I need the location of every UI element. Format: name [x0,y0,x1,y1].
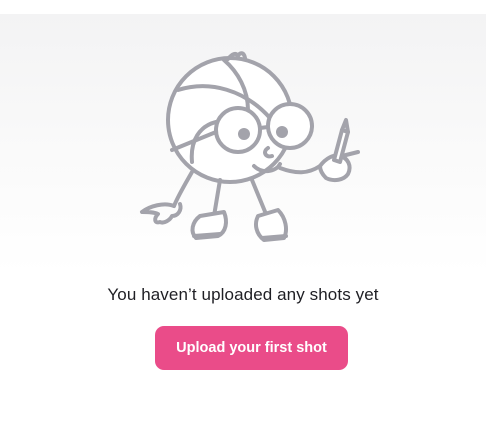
page: You haven’t uploaded any shots yet Uploa… [0,0,486,421]
empty-shots-illustration [140,51,360,242]
empty-state-message: You haven’t uploaded any shots yet [107,285,379,304]
upload-first-shot-button[interactable]: Upload your first shot [155,326,348,370]
